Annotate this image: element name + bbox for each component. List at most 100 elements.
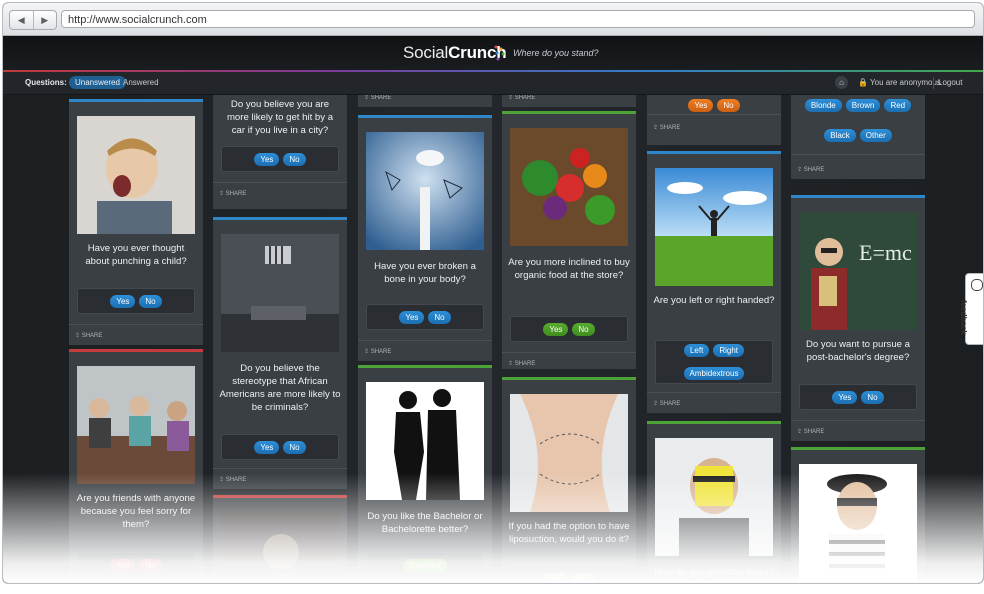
answer-no-button[interactable]: No (283, 440, 306, 454)
question-card: Have you ever broken a bone in your body… (358, 115, 492, 361)
answer-yes-button[interactable]: Yes (110, 558, 136, 572)
answer-yes-button[interactable]: Yes (254, 152, 280, 166)
feedback-label: feedback (959, 300, 968, 335)
divider (933, 77, 934, 89)
back-arrow-icon[interactable]: ◀ (10, 11, 33, 29)
question-text: Do you like the Bachelor or Bachelorette… (367, 511, 483, 535)
logout-link[interactable]: Logout (938, 78, 962, 87)
answer-other-button[interactable]: Other (859, 128, 892, 142)
logo-text-plain: Social (403, 43, 449, 62)
answer-red-button[interactable]: Red (884, 98, 912, 112)
answer-no-button[interactable]: No (861, 390, 884, 404)
share-link[interactable]: ⇪ SHARE (797, 428, 824, 435)
card-image (221, 512, 339, 583)
card-image-silhouettes (366, 382, 484, 500)
answer-yes-button[interactable]: Yes (543, 322, 569, 336)
card-image-prison-cell (221, 234, 339, 352)
share-link[interactable]: ⇪ SHARE (364, 95, 391, 101)
question-card: If you had the option to have liposuctio… (502, 377, 636, 583)
share-link[interactable]: ⇪ SHARE (797, 166, 824, 173)
forward-arrow-icon[interactable]: ▶ (32, 11, 57, 29)
divider (502, 352, 636, 353)
share-link[interactable]: ⇪ SHARE (653, 124, 680, 131)
answer-yes-button[interactable]: Yes (543, 572, 569, 583)
questions-label: Questions: (25, 78, 67, 87)
answer-right-button[interactable]: Right (713, 344, 745, 357)
question-board: Have you ever thought about punching a c… (3, 95, 983, 583)
answer-no-button[interactable]: No (283, 152, 306, 166)
site-header: SocialCrunch Where do you stand? (3, 36, 983, 71)
divider (647, 392, 781, 393)
divider (69, 324, 203, 325)
divider (213, 468, 347, 469)
answer-no-button[interactable]: No (139, 294, 162, 308)
answer-no-button[interactable]: No (717, 98, 740, 112)
answer-ambidextrous-button[interactable]: Ambidextrous (683, 367, 745, 380)
feedback-tab[interactable]: feedback (959, 273, 983, 345)
tab-unanswered[interactable]: Unanswered (69, 76, 126, 89)
question-text: Are you friends with anyone because you … (76, 493, 196, 530)
home-icon[interactable]: ⌂ (835, 76, 848, 89)
share-label: SHARE (803, 429, 825, 435)
answer-bachelor-button[interactable]: Bachelor (403, 558, 447, 572)
anonymous-text: You are anonymous (870, 78, 941, 87)
share-label: SHARE (370, 95, 392, 101)
answer-no-button[interactable]: No (139, 558, 162, 572)
question-text: Have you ever broken a bone in your body… (374, 261, 476, 285)
answer-options: Yes No (510, 316, 628, 342)
logo-mark-icon (494, 45, 505, 61)
question-card: Are you more inclined to buy organic foo… (502, 111, 636, 369)
answer-yes-button[interactable]: Yes (399, 310, 425, 324)
divider (213, 182, 347, 183)
answer-left-button[interactable]: Left (683, 344, 710, 357)
answer-yes-button[interactable]: Yes (110, 294, 136, 308)
answer-yes-button[interactable]: Yes (688, 98, 714, 112)
share-link[interactable]: ⇪ SHARE (219, 190, 246, 197)
answer-blonde-button[interactable]: Blonde (804, 98, 842, 112)
question-text: Do you want to pursue a post-bachelor's … (806, 339, 910, 363)
card-image-beret-man (799, 464, 917, 582)
question-card: Are you left or right handed? Left Right… (647, 151, 781, 413)
address-bar[interactable]: http://www.socialcrunch.com (61, 10, 975, 28)
share-link[interactable]: ⇪ SHARE (219, 476, 246, 483)
share-link[interactable]: ⇪ SHARE (508, 95, 535, 101)
share-label: SHARE (514, 361, 536, 367)
answer-no-button[interactable]: No (572, 572, 595, 583)
share-link[interactable]: ⇪ SHARE (364, 348, 391, 355)
card-image-belly (510, 394, 628, 512)
share-label: SHARE (514, 95, 536, 101)
divider (791, 420, 925, 421)
question-text: Do you believe the stereotype that Afric… (219, 363, 341, 413)
share-label: SHARE (225, 477, 247, 483)
card-image-field-man (655, 168, 773, 286)
question-card: Do you believe you are more likely to ge… (213, 95, 347, 209)
share-label: SHARE (370, 349, 392, 355)
answer-brown-button[interactable]: Brown (845, 98, 881, 112)
question-card: E=mc Do you want to pursue a post-bachel… (791, 195, 925, 441)
divider (791, 154, 925, 155)
answer-options: Yes No (77, 552, 195, 578)
answer-options: Bachelor (366, 552, 484, 578)
question-text: If you had the option to have liposuctio… (508, 521, 630, 545)
anonymous-status: 🔒 You are anonymous (858, 78, 941, 87)
tab-answered[interactable]: Answered (123, 78, 159, 87)
card-image-angry-boy (77, 116, 195, 234)
tagline: Where do you stand? (513, 48, 599, 58)
answer-yes-button[interactable]: Yes (254, 440, 280, 454)
answer-no-button[interactable]: No (428, 310, 451, 324)
site-logo[interactable]: SocialCrunch (403, 43, 507, 63)
share-link[interactable]: ⇪ SHARE (75, 332, 102, 339)
question-card (791, 447, 925, 583)
share-label: SHARE (225, 191, 247, 197)
question-text: Are you more inclined to buy organic foo… (508, 257, 630, 281)
share-link[interactable]: ⇪ SHARE (508, 360, 535, 367)
question-card: Yes No ⇪ SHARE (647, 95, 781, 145)
answer-black-button[interactable]: Black (824, 128, 856, 142)
answer-no-button[interactable]: No (572, 322, 595, 336)
share-link[interactable]: ⇪ SHARE (653, 400, 680, 407)
question-text: How do you prioritize tasks? (654, 567, 774, 578)
card-image-vegetables (510, 128, 628, 246)
answer-yes-button[interactable]: Yes (832, 390, 858, 404)
answer-options: Left Right Ambidextrous (655, 340, 773, 384)
browser-window: ◀ ▶ http://www.socialcrunch.com SocialCr… (2, 2, 984, 584)
